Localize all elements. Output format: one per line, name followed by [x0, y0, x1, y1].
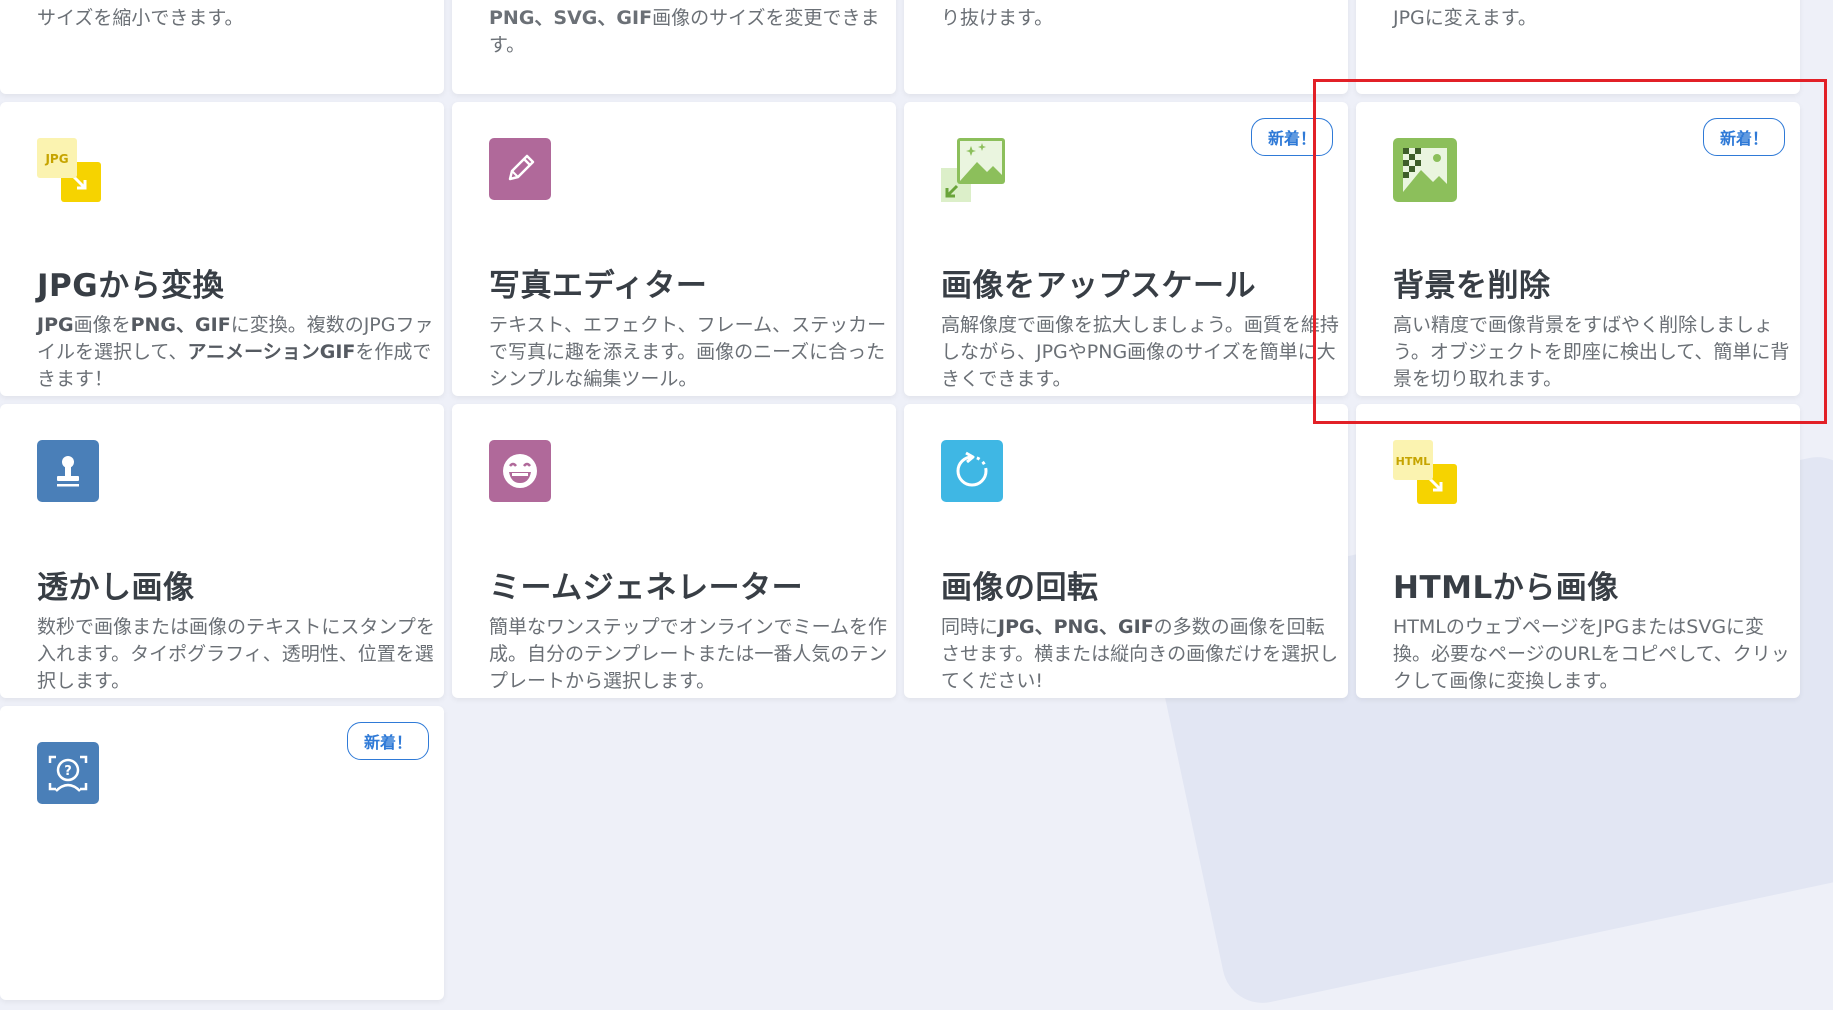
desc-text: 画像を: [73, 314, 131, 336]
tool-card-desc: JPG画像をPNG、GIFに変換。複数のJPGファイルを選択して、アニメーション…: [37, 312, 437, 393]
tool-card-desc: PNG、SVG、GIF画像のサイズを変更できます。: [489, 5, 889, 59]
tool-card-title: 写真エディター: [489, 268, 708, 304]
tool-card-crop[interactable]: り抜けます。: [904, 0, 1348, 94]
desc-text: 同時に: [941, 616, 999, 638]
stamp-icon: [37, 440, 101, 504]
tool-card-upscale[interactable]: 新着！ 画像をアップスケール 高解像度で画像を拡大しましょう。画質を維持しながら…: [904, 102, 1348, 396]
desc-bold: JPG、PNG、GIF: [998, 616, 1154, 638]
desc-bold: アニメーションGIF: [187, 341, 356, 363]
tool-card-desc: り抜けます。: [941, 7, 1054, 29]
tool-card-title: ミームジェネレーター: [489, 570, 804, 606]
tool-card-meme-generator[interactable]: ミームジェネレーター 簡単なワンステップでオンラインでミームを作成。自分のテンプ…: [452, 404, 896, 698]
tool-card-desc: 簡単なワンステップでオンラインでミームを作成。自分のテンプレートまたは一番人気の…: [489, 616, 888, 692]
desc-bold: PNG、SVG、GIF: [489, 7, 653, 29]
tool-card-desc: 同時にJPG、PNG、GIFの多数の画像を回転させます。横または縦向きの画像だけ…: [941, 614, 1341, 695]
tool-card-resize[interactable]: PNG、SVG、GIF画像のサイズを変更できます。: [452, 0, 896, 94]
desc-bold: PNG、GIF: [130, 314, 231, 336]
rotate-icon: [941, 440, 1005, 504]
tool-card-html-to-image[interactable]: HTML HTMLから画像 HTMLのウェブページをJPGまたはSVGに変換。必…: [1356, 404, 1800, 698]
pencil-icon: [489, 138, 553, 202]
tool-card-desc: テキスト、エフェクト、フレーム、ステッカーで写真に趣を添えます。画像のニーズに合…: [489, 314, 887, 390]
tool-card-title: JPGから変換: [37, 268, 225, 304]
icon-label: HTML: [1396, 455, 1431, 468]
tool-card-title: 透かし画像: [37, 570, 195, 606]
tool-card-face-scan[interactable]: 新着！ ?: [0, 706, 444, 1000]
desc-bold: JPG: [37, 314, 74, 336]
tool-card-photo-editor[interactable]: 写真エディター テキスト、エフェクト、フレーム、ステッカーで写真に趣を添えます。…: [452, 102, 896, 396]
jpg-convert-icon: JPG: [37, 138, 101, 202]
tool-card-watermark[interactable]: 透かし画像 数秒で画像または画像のテキストにスタンプを入れます。タイポグラフィ、…: [0, 404, 444, 698]
tool-card-desc: 数秒で画像または画像のテキストにスタンプを入れます。タイポグラフィ、透明性、位置…: [37, 616, 435, 692]
new-badge: 新着！: [346, 722, 429, 760]
face-scan-icon: ?: [37, 742, 101, 806]
tool-card-compress[interactable]: サイズを縮小できます。: [0, 0, 444, 94]
html-convert-icon: HTML: [1393, 440, 1457, 504]
tool-card-rotate[interactable]: 画像の回転 同時にJPG、PNG、GIFの多数の画像を回転させます。横または縦向…: [904, 404, 1348, 698]
svg-text:?: ?: [64, 764, 72, 779]
tool-card-desc: JPGに変えます。: [1393, 7, 1537, 29]
tool-card-title: 画像をアップスケール: [941, 268, 1256, 304]
upscale-image-icon: [941, 138, 1005, 202]
tool-card-title: HTMLから画像: [1393, 570, 1619, 606]
tool-card-desc: HTMLのウェブページをJPGまたはSVGに変換。必要なページのURLをコピペし…: [1393, 616, 1790, 692]
icon-label: JPG: [44, 152, 68, 166]
tool-card-jpg-convert[interactable]: JPG JPGから変換 JPG画像をPNG、GIFに変換。複数のJPGファイルを…: [0, 102, 444, 396]
highlight-box: [1313, 79, 1827, 424]
laughing-face-icon: [489, 440, 553, 504]
tool-card-desc: 高解像度で画像を拡大しましょう。画質を維持しながら、JPGやPNG画像のサイズを…: [941, 314, 1339, 390]
tool-card-title: 画像の回転: [941, 570, 1099, 606]
tool-card-desc: サイズを縮小できます。: [37, 7, 244, 29]
